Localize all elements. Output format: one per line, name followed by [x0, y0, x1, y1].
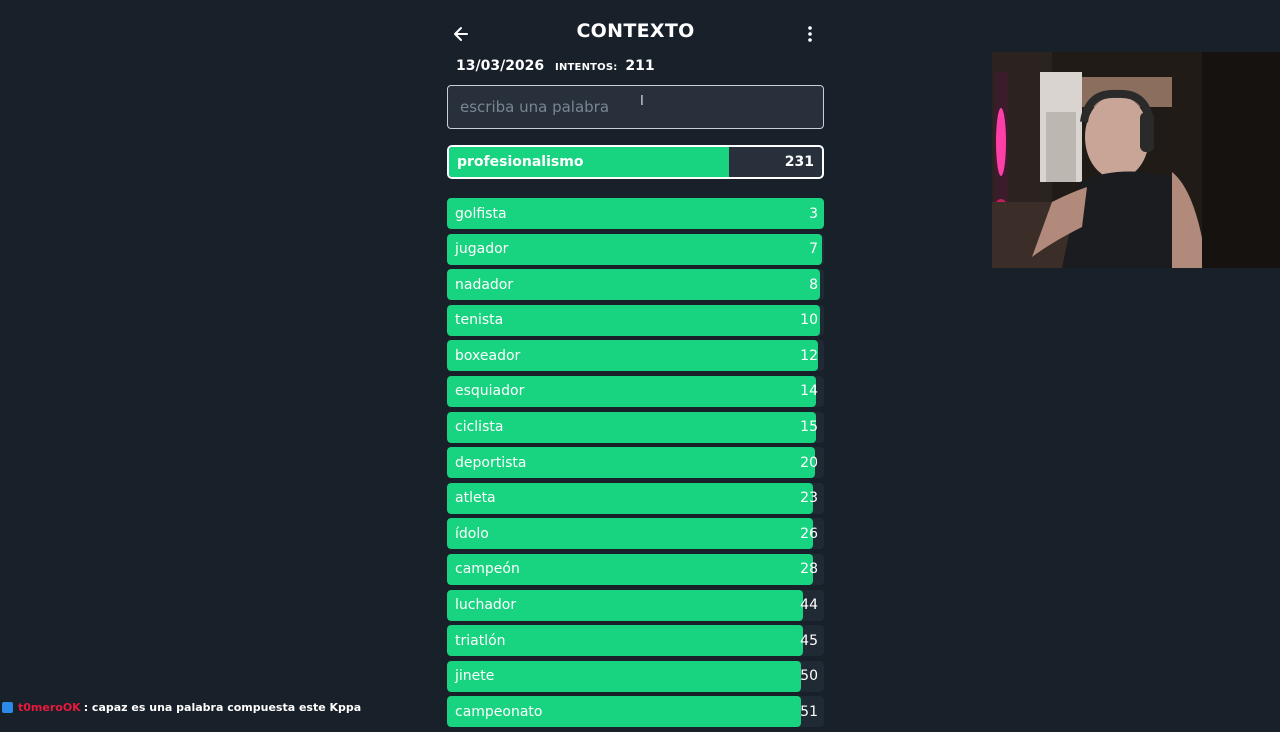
- guess-word: ciclista: [455, 419, 504, 436]
- guess-row: triatlón 45: [447, 625, 824, 657]
- guess-word: campeón: [455, 561, 520, 578]
- guess-word: atleta: [455, 490, 496, 507]
- guess-row: jugador 7: [447, 233, 824, 265]
- guess-rank: 20: [800, 454, 818, 471]
- guess-word: jinete: [455, 668, 495, 685]
- guess-word: campeonato: [455, 703, 543, 720]
- guess-list: golfista 3 jugador 7 nadador 8 tenista 10 boxead…: [447, 198, 824, 732]
- current-guess-rank: 231: [784, 154, 814, 170]
- guess-bar: [447, 482, 813, 514]
- guess-rank: 45: [800, 632, 818, 649]
- guess-row: nadador 8: [447, 269, 824, 301]
- guess-word: tenista: [455, 312, 504, 329]
- guess-word: deportista: [455, 454, 527, 471]
- guess-rank: 8: [809, 276, 818, 293]
- current-guess-row: profesionalismo 231: [447, 145, 824, 179]
- guess-rank: 14: [800, 383, 818, 400]
- guess-rank: 50: [800, 668, 818, 685]
- guess-rank: 15: [800, 419, 818, 436]
- guess-row: campeonato 51: [447, 696, 824, 728]
- chat-username: t0meroOK: [18, 701, 81, 714]
- guess-row: ciclista 15: [447, 411, 824, 443]
- webcam-overlay: [992, 52, 1280, 268]
- guess-row: jinete 50: [447, 660, 824, 692]
- guess-word: nadador: [455, 276, 514, 293]
- text-cursor-icon: I: [640, 94, 644, 109]
- current-guess-word: profesionalismo: [457, 154, 584, 170]
- guess-rank: 12: [800, 347, 818, 364]
- guess-rank: 3: [809, 205, 818, 222]
- guess-row: ídolo 26: [447, 518, 824, 550]
- guess-rank: 7: [809, 241, 818, 258]
- guess-word: boxeador: [455, 347, 521, 364]
- kebab-menu-icon: [808, 26, 812, 42]
- guess-row: esquiador 14: [447, 375, 824, 407]
- guess-row: campeón 28: [447, 553, 824, 585]
- attempts-label: INTENTOS:: [555, 62, 618, 73]
- chat-message: t0meroOK : capaz es una palabra compuest…: [2, 701, 361, 714]
- bot-badge-icon: [2, 702, 13, 713]
- game-date: 13/03/2026: [456, 58, 545, 74]
- contexto-app: CONTEXTO 13/03/2026 INTENTOS: 211 I prof…: [447, 0, 824, 728]
- word-input[interactable]: [447, 85, 824, 129]
- guess-word: golfista: [455, 205, 507, 222]
- guess-rank: 26: [800, 525, 818, 542]
- guess-rank: 28: [800, 561, 818, 578]
- menu-button[interactable]: [800, 24, 820, 44]
- top-bar: CONTEXTO: [447, 16, 824, 52]
- guess-row: boxeador 12: [447, 340, 824, 372]
- guess-rank: 51: [800, 703, 818, 720]
- guess-bar: [447, 518, 813, 550]
- guess-row: tenista 10: [447, 304, 824, 336]
- guess-rank: 10: [800, 312, 818, 329]
- guess-word: jugador: [455, 241, 509, 258]
- guess-word: triatlón: [455, 632, 506, 649]
- guess-word: ídolo: [455, 525, 489, 542]
- chat-text: : capaz es una palabra compuesta este Kp…: [83, 701, 362, 714]
- app-title: CONTEXTO: [576, 20, 695, 42]
- guess-rank: 44: [800, 597, 818, 614]
- guess-row: golfista 3: [447, 198, 824, 229]
- guess-word: luchador: [455, 597, 517, 614]
- attempts-count: 211: [625, 58, 655, 74]
- guess-row: deportista 20: [447, 447, 824, 479]
- game-meta: 13/03/2026 INTENTOS: 211: [456, 58, 655, 74]
- guess-row: luchador 44: [447, 589, 824, 621]
- guess-row: atleta 23: [447, 482, 824, 514]
- guess-rank: 23: [800, 490, 818, 507]
- streamer-webcam-image: [992, 52, 1280, 268]
- guess-bar: [447, 660, 802, 692]
- guess-word: esquiador: [455, 383, 525, 400]
